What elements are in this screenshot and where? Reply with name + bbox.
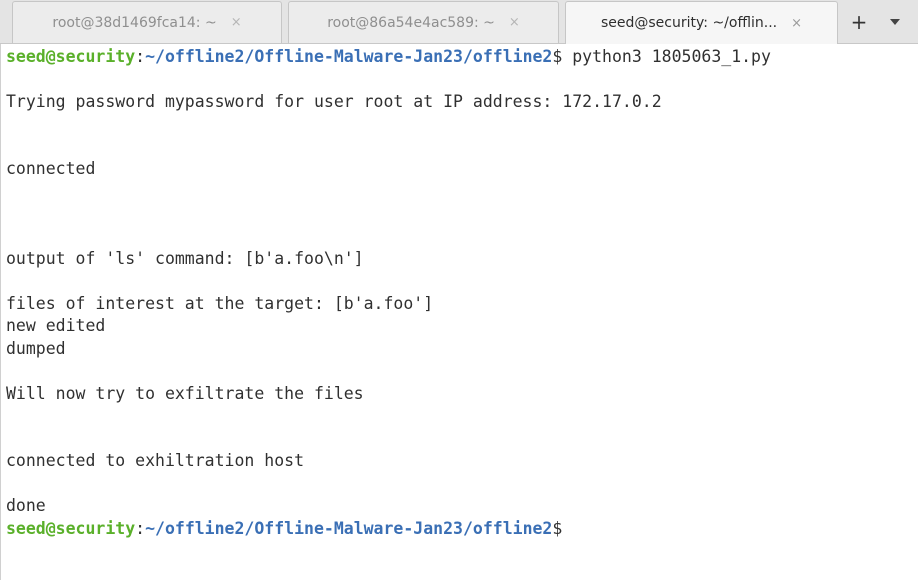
prompt-user: seed@security <box>6 519 136 538</box>
tab-menu-button[interactable] <box>880 8 910 36</box>
tab-root-86a54e4ac589[interactable]: root@86a54e4ac589: ~ × <box>288 1 559 43</box>
terminal-output[interactable]: seed@security:~/offline2/Offline-Malware… <box>0 44 918 580</box>
prompt-path: ~/offline2/Offline-Malware-Jan23/offline… <box>145 47 553 66</box>
output-line: new edited <box>6 316 106 335</box>
tab-label: seed@security: ~/offlin... <box>600 15 778 31</box>
command-text: python3 1805063_1.py <box>562 47 771 66</box>
output-line: files of interest at the target: [b'a.fo… <box>6 294 434 313</box>
output-line: dumped <box>6 339 66 358</box>
tab-bar: root@38d1469fca14: ~ × root@86a54e4ac589… <box>0 0 918 44</box>
window-edge <box>0 44 1 580</box>
output-line: Will now try to exfiltrate the files <box>6 384 364 403</box>
close-icon[interactable]: × <box>509 15 520 30</box>
tab-root-38d1469fca14[interactable]: root@38d1469fca14: ~ × <box>12 1 282 43</box>
output-line: output of 'ls' command: [b'a.foo\n'] <box>6 249 364 268</box>
prompt-line: seed@security:~/offline2/Offline-Malware… <box>6 46 771 68</box>
output-line: Trying password mypassword for user root… <box>6 92 662 111</box>
output-line: connected <box>6 159 96 178</box>
output-line: connected to exhiltration host <box>6 451 305 470</box>
prompt-line: seed@security:~/offline2/Offline-Malware… <box>6 518 562 540</box>
prompt-dollar: $ <box>552 519 563 538</box>
tab-seed-security[interactable]: seed@security: ~/offlin... × <box>565 1 838 44</box>
prompt-path: ~/offline2/Offline-Malware-Jan23/offline… <box>145 519 553 538</box>
prompt-colon: : <box>135 519 146 538</box>
prompt-user: seed@security <box>6 47 136 66</box>
new-tab-button[interactable]: + <box>844 8 874 36</box>
prompt-colon: : <box>135 47 146 66</box>
tab-label: root@38d1469fca14: ~ <box>52 14 217 31</box>
tab-label: root@86a54e4ac589: ~ <box>327 14 495 31</box>
close-icon[interactable]: × <box>791 16 802 31</box>
prompt-dollar: $ <box>552 47 563 66</box>
close-icon[interactable]: × <box>231 15 242 30</box>
chevron-down-icon <box>890 19 900 25</box>
output-line: done <box>6 496 46 515</box>
